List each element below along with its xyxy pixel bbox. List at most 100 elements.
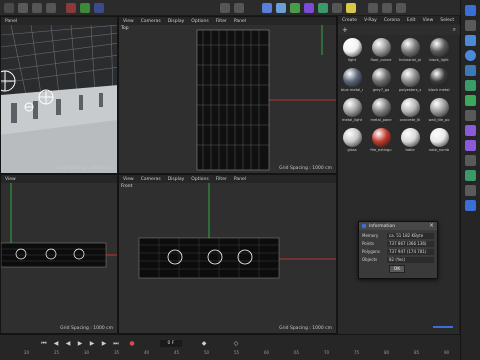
menu-panel[interactable]: Panel [234, 177, 246, 182]
undo-icon[interactable] [4, 3, 14, 13]
rotate-tool-icon[interactable] [46, 3, 56, 13]
sphere-icon[interactable] [465, 50, 476, 61]
menu-cameras[interactable]: Cameras [141, 177, 161, 182]
render-picture-icon[interactable] [234, 3, 244, 13]
viewport-perspective[interactable]: Panel Grid Spacing : 10000 cm [0, 16, 118, 174]
menu-select[interactable]: Select [440, 18, 454, 23]
viewport-menu: Panel [1, 17, 117, 25]
zoom-slider[interactable] [433, 326, 453, 328]
go-start-icon[interactable]: ⏮ [40, 340, 48, 347]
timeline-tick: 90 [444, 350, 450, 355]
material-swatch[interactable]: metal_light [341, 98, 363, 122]
menu-filter[interactable]: Filter [216, 19, 227, 24]
next-key-icon[interactable]: ▶ [100, 340, 108, 347]
timeline-tick: 30 [84, 350, 90, 355]
key-icon[interactable]: ◆ [200, 340, 208, 347]
generator-icon[interactable] [290, 3, 300, 13]
material-swatch[interactable]: light [341, 38, 363, 62]
cube-icon[interactable] [465, 35, 476, 46]
material-swatch[interactable]: grey7_ga [370, 68, 392, 92]
y-axis-icon[interactable] [80, 3, 90, 13]
render-view-icon[interactable] [220, 3, 230, 13]
materials-panel: Create V-Ray Corona Edit View Select + ⌕… [337, 16, 460, 334]
timeline-tick: 80 [384, 350, 390, 355]
play-icon[interactable]: ▶ [76, 340, 84, 347]
material-swatch[interactable]: Industrial_pi [399, 38, 421, 62]
timeline-tick: 75 [354, 350, 360, 355]
material-swatch[interactable]: black_light [428, 38, 450, 62]
ok-button[interactable]: OK [389, 265, 405, 273]
record-icon[interactable]: ● [128, 340, 136, 347]
menu-filter[interactable]: Filter [216, 177, 227, 182]
material-preview [342, 98, 362, 117]
live-select-icon[interactable] [465, 20, 476, 31]
material-swatch[interactable]: note_numb [428, 128, 450, 152]
memory-label: Memory [362, 233, 379, 238]
search-icon[interactable]: ⌕ [453, 26, 456, 34]
menu-options[interactable]: Options [191, 19, 208, 24]
deformer-icon[interactable] [465, 125, 476, 136]
material-swatch[interactable]: fire_extingu [370, 128, 392, 152]
tag-icon[interactable] [465, 140, 476, 151]
menu-edit[interactable]: Edit [407, 18, 416, 23]
material-swatch[interactable]: floor_conne [370, 38, 392, 62]
camera-icon[interactable] [465, 185, 476, 196]
menu-create[interactable]: Create [342, 18, 357, 23]
vray-icon[interactable] [368, 3, 378, 13]
menu-display[interactable]: Display [168, 19, 185, 24]
next-frame-icon[interactable]: ▶ [88, 340, 96, 347]
material-preview [371, 128, 391, 147]
viewport-front[interactable]: View Cameras Display Options Filter Pane… [118, 174, 337, 334]
scene-icon[interactable] [318, 3, 328, 13]
viewport-right[interactable]: View Grid Spacing : 1000 cm [0, 174, 118, 334]
menu-view[interactable]: View [123, 177, 134, 182]
floor-icon[interactable] [465, 170, 476, 181]
prev-frame-icon[interactable]: ◀ [64, 340, 72, 347]
close-icon[interactable]: × [429, 222, 434, 230]
viewport-top[interactable]: View Cameras Display Options Filter Pane… [118, 16, 337, 174]
scale-tool-icon[interactable] [32, 3, 42, 13]
material-swatch[interactable]: metal_pane [370, 98, 392, 122]
panel-menu[interactable]: Panel [5, 19, 17, 24]
light-icon[interactable] [465, 200, 476, 211]
light-icon[interactable] [346, 3, 356, 13]
menu-view[interactable]: View [5, 177, 16, 182]
spline-icon[interactable] [465, 80, 476, 91]
camera-icon[interactable] [332, 3, 342, 13]
motion-icon[interactable]: ◇ [232, 340, 240, 347]
material-swatch[interactable]: blue metal_s [341, 68, 363, 92]
prev-key-icon[interactable]: ◀ [52, 340, 60, 347]
deformer-icon[interactable] [304, 3, 314, 13]
menu-display[interactable]: Display [168, 177, 185, 182]
material-swatch[interactable]: polyesters_s [399, 68, 421, 92]
menu-options[interactable]: Options [191, 177, 208, 182]
material-swatch[interactable]: wall_tile_po [428, 98, 450, 122]
timeline-ruler[interactable]: 20 25 30 35 40 45 50 55 60 65 70 75 80 85 90 [0, 350, 460, 360]
menu-view[interactable]: View [423, 18, 434, 23]
layout-icon[interactable] [396, 3, 406, 13]
effector-icon[interactable] [465, 155, 476, 166]
move-tool-icon[interactable] [18, 3, 28, 13]
cube-icon[interactable] [262, 3, 272, 13]
material-swatch[interactable]: concrete_til [399, 98, 421, 122]
material-swatch[interactable]: table [399, 128, 421, 152]
menu-vray[interactable]: V-Ray [364, 18, 377, 23]
corona-icon[interactable] [382, 3, 392, 13]
z-axis-icon[interactable] [94, 3, 104, 13]
material-swatch[interactable]: black metal [428, 68, 450, 92]
pen-icon[interactable] [276, 3, 286, 13]
menu-panel[interactable]: Panel [234, 19, 246, 24]
array-icon[interactable] [465, 110, 476, 121]
menu-cameras[interactable]: Cameras [141, 19, 161, 24]
material-swatch[interactable]: glass [341, 128, 363, 152]
nurbs-icon[interactable] [465, 95, 476, 106]
text-icon[interactable] [465, 65, 476, 76]
menu-view[interactable]: View [123, 19, 134, 24]
go-end-icon[interactable]: ⏭ [112, 340, 120, 347]
menu-corona[interactable]: Corona [384, 18, 400, 23]
x-axis-icon[interactable] [66, 3, 76, 13]
add-material-icon[interactable]: + [342, 26, 348, 34]
select-icon[interactable] [465, 5, 476, 16]
viewport-menu: View Cameras Display Options Filter Pane… [119, 17, 336, 25]
current-frame-field[interactable]: 0 F [160, 340, 182, 347]
